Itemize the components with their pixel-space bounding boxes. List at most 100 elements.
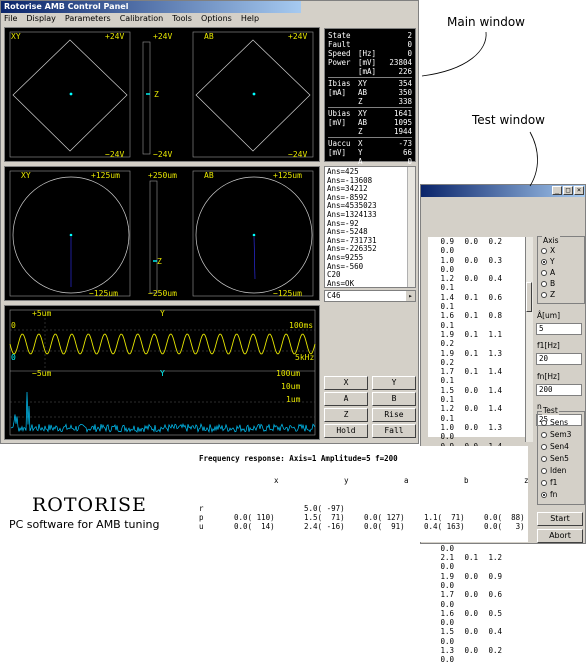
close-icon[interactable]: ×: [574, 186, 584, 195]
table-cell: 0.0: [440, 264, 454, 274]
scope-10um: 10um: [281, 382, 300, 391]
command-dropdown-icon[interactable]: ▸: [406, 291, 415, 301]
start-button[interactable]: Start: [537, 512, 583, 526]
menu-display[interactable]: Display: [26, 14, 56, 23]
freq-cell: 0.0( 3): [484, 522, 525, 531]
btn-z[interactable]: Z: [324, 408, 368, 422]
freq-cell: 0.0( 88): [484, 513, 525, 522]
table-cell: 0.0: [440, 432, 454, 442]
menu-file[interactable]: File: [4, 14, 17, 23]
table-cell: 0.6: [488, 590, 502, 600]
table-cell: 1.6: [440, 311, 454, 321]
table-row: 1.3 0.0 0.20.0: [430, 646, 525, 665]
table-cell: 1.3: [440, 646, 454, 656]
menu-options[interactable]: Options: [201, 14, 232, 23]
table-cell: 0.0: [440, 246, 454, 256]
status-value: 23804: [389, 58, 412, 67]
scope-zero-2: 0: [11, 353, 16, 362]
test-window-pointer: [529, 131, 538, 187]
command-input[interactable]: C46: [324, 290, 416, 302]
table-cell: 1.2: [440, 404, 454, 414]
table-row: 1.4 0.1 0.60.1: [430, 293, 525, 312]
orbit-xy-top: +125um: [91, 171, 120, 180]
table-cell: 0.1: [464, 367, 478, 377]
brand-logo: ROTORISE: [32, 494, 147, 516]
scope-top-left: +5um: [32, 309, 51, 318]
console-line: Ans=OK: [327, 278, 355, 288]
orbit-plots: XY +125um −125um +250um −250um Z AB +125…: [9, 170, 314, 298]
minimize-icon[interactable]: _: [552, 186, 562, 195]
menu-parameters[interactable]: Parameters: [65, 14, 111, 23]
test-radio-sen5[interactable]: Sen5: [541, 454, 569, 463]
test-radio-iden[interactable]: Iden: [541, 466, 566, 475]
axis-radio-z[interactable]: Z: [541, 290, 555, 299]
table-scrollbar[interactable]: [525, 237, 533, 442]
table-cell: 1.2: [488, 553, 502, 563]
maximize-icon[interactable]: □: [563, 186, 573, 195]
ab-top-label: +24V: [288, 32, 307, 41]
table-scroll-thumb[interactable]: [526, 282, 532, 312]
status-key: [mV]: [328, 148, 347, 157]
abort-button[interactable]: Abort: [537, 529, 583, 543]
scope-top-mid: Y: [160, 309, 165, 318]
axis-radio-x[interactable]: X: [541, 246, 555, 255]
status-key: [mV]: [328, 118, 347, 127]
scope-mid-right: 5kHz: [295, 353, 314, 362]
status-unit: XY: [358, 109, 368, 118]
btn-x[interactable]: X: [324, 376, 368, 390]
btn-rise[interactable]: Rise: [372, 408, 416, 422]
status-unit: AB: [358, 88, 368, 97]
btn-hold[interactable]: Hold: [324, 424, 368, 438]
status-row: Z 1944: [328, 127, 412, 136]
btn-a[interactable]: A: [324, 392, 368, 406]
table-cell: 0.0: [464, 571, 478, 581]
test-radio-sens[interactable]: Sens: [541, 418, 568, 427]
test-radio-f1[interactable]: f1: [541, 478, 557, 487]
orbit-z-bottom: −250um: [148, 289, 177, 298]
freq-cell: 0.4( 163): [424, 522, 465, 531]
table-row: 1.2 0.0 0.4 0.1: [430, 274, 525, 293]
status-row: Fault 0: [328, 40, 412, 49]
table-cell: 0.0: [464, 274, 478, 284]
btn-b[interactable]: B: [372, 392, 416, 406]
test-radio-sen4[interactable]: Sen4: [541, 442, 569, 451]
btn-fall[interactable]: Fall: [372, 424, 416, 438]
table-row: 1.5 0.0 0.40.0: [430, 627, 525, 646]
main-window-titlebar[interactable]: Rotorise AMB Control Panel: [1, 1, 301, 13]
radio-icon: [541, 468, 547, 474]
scope-mid-mid: Y: [160, 369, 165, 378]
table-cell: 0.0: [440, 580, 454, 590]
radio-icon: [541, 444, 547, 450]
amplitude-input[interactable]: 5: [536, 323, 582, 335]
ab-bottom-label: −24V: [288, 150, 307, 159]
position-display: XY +24V −24V +24V −24V Z AB +24V −24V: [4, 27, 320, 162]
status-row: [mV] Y 66: [328, 148, 412, 157]
freq-cell: 2.4( -16): [304, 522, 345, 531]
console-scrollbar[interactable]: [407, 167, 415, 287]
f1-input[interactable]: 20: [536, 353, 582, 365]
axis-radio-b[interactable]: B: [541, 279, 555, 288]
orbit-ab-label: AB: [204, 171, 214, 180]
table-cell: 0.0: [440, 543, 454, 553]
table-cell: 0.1: [440, 320, 454, 330]
scope-plots: +5um Y 100ms 0 0 −5um Y 5kHz 100um 10um …: [9, 309, 316, 436]
axis-radio-a[interactable]: A: [541, 268, 555, 277]
btn-y[interactable]: Y: [372, 376, 416, 390]
fn-input[interactable]: 200: [536, 384, 582, 396]
axis-radio-label: X: [550, 246, 556, 255]
axis-radio-y[interactable]: Y: [541, 257, 555, 266]
menu-help[interactable]: Help: [241, 14, 259, 23]
test-radio-sem3[interactable]: Sem3: [541, 430, 571, 439]
table-cell: 1.6: [440, 608, 454, 618]
radio-icon: [541, 259, 547, 265]
z-label: Z: [154, 90, 159, 99]
position-plots: XY +24V −24V +24V −24V Z AB +24V −24V: [9, 31, 314, 159]
menu-calibration[interactable]: Calibration: [120, 14, 164, 23]
status-value: 1944: [393, 127, 412, 136]
status-row: Z 338: [328, 97, 412, 106]
test-radio-fn[interactable]: fn: [541, 490, 557, 499]
response-table: 0.9 0.0 0.20.0 1.0 0.0 0.30.0 1.2 0.0 0.40.1 1.4 0…: [428, 237, 525, 664]
ab-position-dot: [252, 92, 256, 96]
status-unit: XY: [358, 79, 368, 88]
menu-tools[interactable]: Tools: [172, 14, 192, 23]
